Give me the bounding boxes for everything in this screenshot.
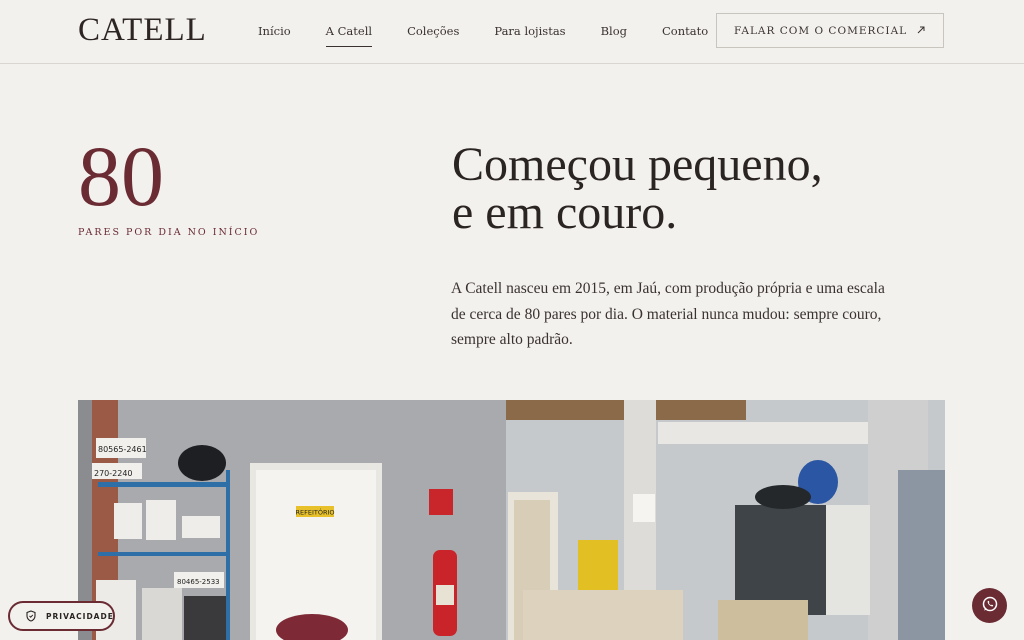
privacy-label: PRIVACIDADE: [46, 611, 114, 621]
stat-value: 80: [78, 128, 164, 224]
nav-para-lojistas[interactable]: Para lojistas: [494, 24, 565, 46]
arrow-up-right-icon: [916, 24, 926, 38]
headline-line-2: e em couro.: [452, 186, 678, 239]
label-phone-2: 270-2240: [94, 469, 133, 478]
nav-blog[interactable]: Blog: [601, 24, 627, 46]
intro-paragraph: A Catell nasceu em 2015, em Jaú, com pro…: [451, 280, 885, 348]
refeitorio-sign: REFEITÓRIO: [295, 508, 334, 517]
whatsapp-icon: [981, 595, 999, 617]
top-navigation-bar: CATELL Início A Catell Coleções Para loj…: [0, 0, 1024, 64]
factory-photo: REFEITÓRIO 80565-2461 270-2240 80465-253…: [78, 400, 945, 640]
whatsapp-button[interactable]: [972, 588, 1007, 623]
main-nav: Início A Catell Coleções Para lojistas B…: [258, 24, 743, 47]
contact-sales-button[interactable]: FALAR COM O COMERCIAL: [716, 13, 944, 48]
nav-inicio[interactable]: Início: [258, 24, 291, 46]
nav-a-catell[interactable]: A Catell: [325, 24, 373, 47]
label-box: 80465-2533: [177, 578, 220, 586]
factory-photo-illustration: REFEITÓRIO 80565-2461 270-2240 80465-253…: [78, 400, 945, 640]
catell-logo[interactable]: CATELL: [78, 12, 207, 49]
page-headline: Começou pequeno, e em couro.: [452, 141, 823, 237]
stat-caption: PARES POR DIA NO INÍCIO: [78, 227, 260, 238]
headline-line-1: Começou pequeno,: [452, 138, 823, 191]
nav-contato[interactable]: Contato: [662, 24, 708, 46]
nav-colecoes[interactable]: Coleções: [407, 24, 459, 46]
label-phone-1: 80565-2461: [98, 445, 147, 454]
privacy-button[interactable]: PRIVACIDADE: [8, 601, 115, 631]
contact-sales-label: FALAR COM O COMERCIAL: [734, 24, 908, 37]
shield-icon: [26, 607, 36, 626]
